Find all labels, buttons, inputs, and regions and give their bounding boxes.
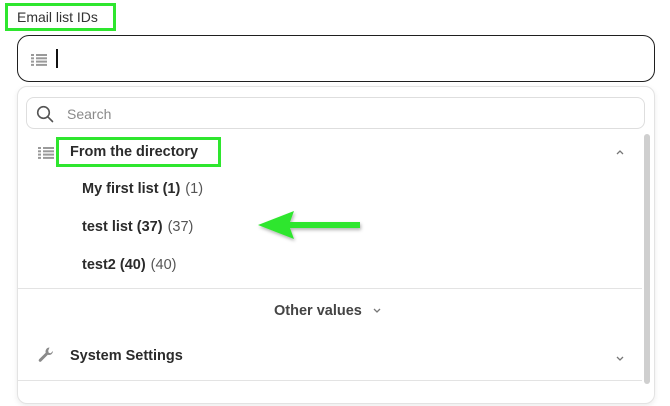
option-label: test list (37) (82, 219, 163, 235)
scrollbar[interactable] (644, 134, 650, 384)
search-input[interactable]: Search (26, 97, 645, 129)
other-values-toggle[interactable]: Other values (274, 303, 382, 319)
wrench-icon (37, 346, 55, 369)
option-my-first-list[interactable]: My first list (1) (1) (82, 181, 203, 197)
chevron-up-icon[interactable] (615, 143, 625, 161)
other-values-label: Other values (274, 303, 362, 319)
system-settings-group[interactable]: System Settings (70, 348, 183, 364)
option-test2[interactable]: test2 (40) (40) (82, 257, 176, 273)
option-count: (40) (150, 257, 177, 273)
option-test-list[interactable]: test list (37) (37) (82, 219, 193, 235)
group-title: From the directory (70, 144, 199, 160)
field-label: Email list IDs (5, 3, 116, 31)
field-label-text: Email list IDs (17, 9, 98, 25)
text-cursor (56, 49, 58, 68)
divider (18, 288, 642, 289)
list-icon (31, 53, 47, 71)
option-label: My first list (1) (82, 181, 181, 197)
list-icon (38, 146, 54, 164)
email-list-ids-input[interactable] (17, 35, 655, 82)
option-count: (1) (185, 181, 204, 197)
chevron-down-icon (372, 303, 382, 319)
option-label: test2 (40) (82, 257, 146, 273)
group-header-directory[interactable]: From the directory (56, 137, 221, 167)
divider (18, 380, 642, 381)
search-icon (36, 105, 54, 128)
arrow-left-icon (254, 206, 366, 249)
chevron-down-icon[interactable] (615, 350, 625, 368)
system-settings-label: System Settings (70, 348, 183, 364)
option-count: (37) (167, 219, 194, 235)
search-placeholder: Search (67, 106, 112, 122)
